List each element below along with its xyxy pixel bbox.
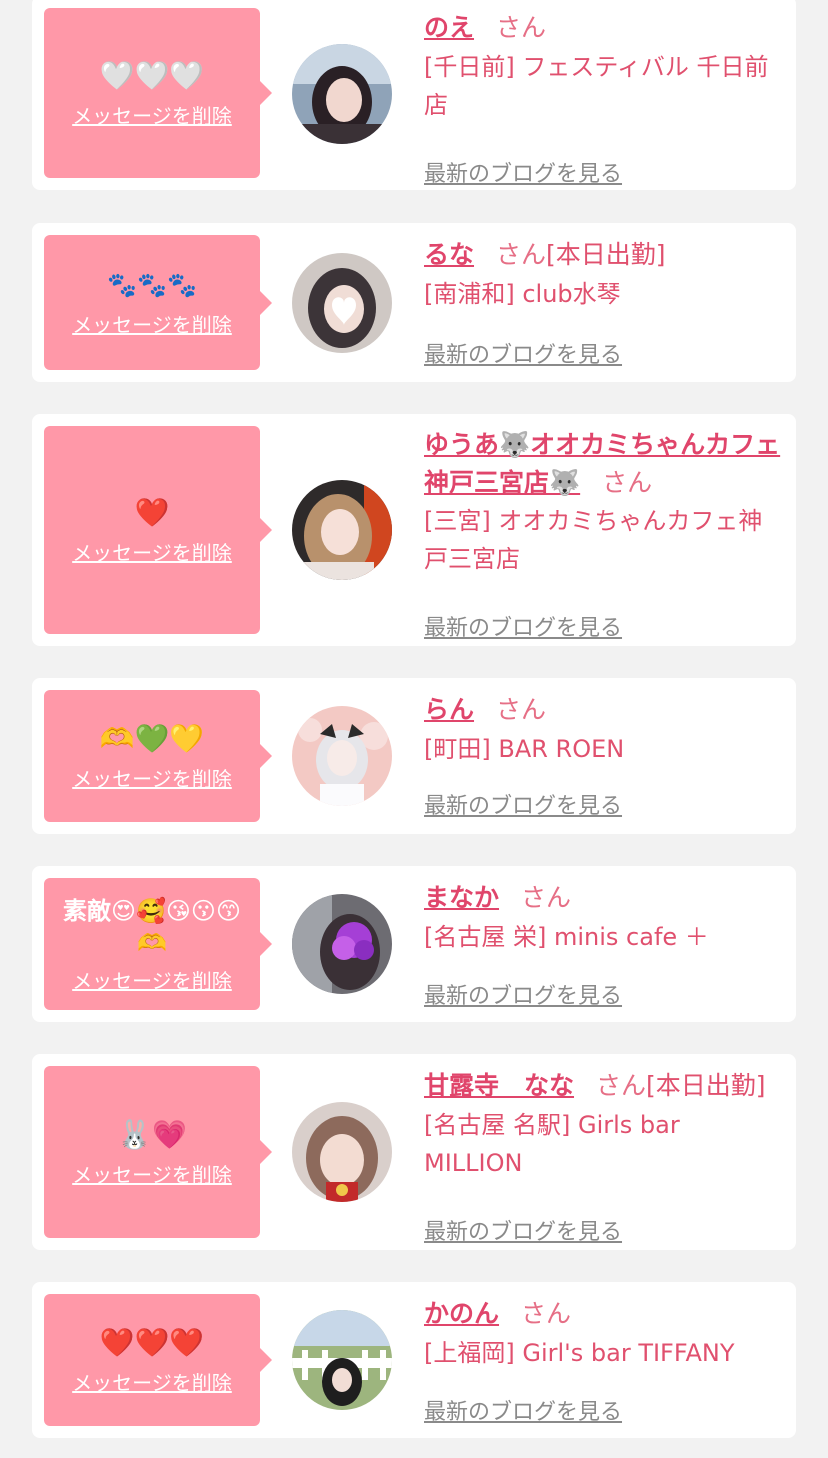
delete-message-link[interactable]: メッセージを削除 (72, 309, 232, 338)
message-text: 🤍🤍🤍 (99, 58, 205, 92)
girl-name-link[interactable]: らん (424, 695, 474, 724)
san-suffix: さん (596, 1071, 647, 1100)
san-suffix: さん (496, 695, 547, 724)
favorite-card: 🐾🐾🐾 メッセージを削除 るな さん[本日出勤] [南浦和] club水琴 最新の… (32, 223, 796, 382)
girl-photo-blurred-icon (292, 894, 392, 994)
message-bubble: ❤️ メッセージを削除 (44, 426, 272, 634)
girl-info: るな さん[本日出勤] [南浦和] club水琴 最新のブログを見る (424, 235, 784, 368)
message-bubble: 🐾🐾🐾 メッセージを削除 (44, 235, 272, 370)
san-suffix: さん (521, 883, 572, 912)
avatar[interactable] (292, 44, 392, 144)
shop-text: [南浦和] club水琴 (424, 280, 621, 308)
message-text: 🐰💗 (117, 1117, 187, 1151)
blog-link[interactable]: 最新のブログを見る (424, 1214, 622, 1246)
avatar[interactable] (292, 894, 392, 994)
status-badge: [本日出勤] (646, 1071, 766, 1100)
blog-link[interactable]: 最新のブログを見る (424, 788, 622, 820)
favorite-card: 🫶💚💛 メッセージを削除 らん さん [町田] BAR ROEN 最新のブログを見… (32, 678, 796, 834)
girl-photo-heart-mask-icon (292, 253, 392, 353)
shop-text: [町田] BAR ROEN (424, 735, 625, 763)
girl-photo-icon (292, 44, 392, 144)
girl-name-link[interactable]: かのん (424, 1299, 499, 1328)
san-suffix: さん (602, 468, 653, 497)
avatar[interactable] (292, 253, 392, 353)
message-text: ❤️ (134, 495, 170, 529)
avatar[interactable] (292, 480, 392, 580)
message-text: ❤️❤️❤️ (99, 1325, 205, 1359)
message-bubble: ❤️❤️❤️ メッセージを削除 (44, 1294, 272, 1426)
girl-photo-icon (292, 1102, 392, 1202)
message-bubble: 🐰💗 メッセージを削除 (44, 1066, 272, 1238)
blog-link[interactable]: 最新のブログを見る (424, 610, 622, 642)
girl-info: のえ さん [千日前] フェスティバル 千日前店 最新のブログを見る (424, 8, 784, 187)
delete-message-link[interactable]: メッセージを削除 (72, 763, 232, 792)
blog-link[interactable]: 最新のブログを見る (424, 337, 622, 369)
favorite-card: ❤️ メッセージを削除 ゆうあ🐺オオカミちゃんカフェ神戸三宮店🐺 さん [三宮] … (32, 414, 796, 646)
avatar[interactable] (292, 1310, 392, 1410)
san-suffix: さん (496, 13, 547, 42)
girl-info: 甘露寺 なな さん[本日出勤] [名古屋 名駅] Girls bar MILLIO… (424, 1066, 784, 1245)
girl-name-link[interactable]: まなか (424, 883, 499, 912)
message-text: 🐾🐾🐾 (107, 271, 197, 299)
favorite-card: ❤️❤️❤️ メッセージを削除 かのん さん [上福岡] Girl's bar T… (32, 1282, 796, 1438)
girl-info: らん さん [町田] BAR ROEN 最新のブログを見る (424, 690, 784, 819)
shop-text: [千日前] フェスティバル 千日前店 (424, 53, 769, 119)
status-badge: [本日出勤] (546, 240, 666, 269)
delete-message-link[interactable]: メッセージを削除 (72, 1159, 232, 1188)
avatar[interactable] (292, 706, 392, 806)
girl-photo-outdoor-icon (292, 1310, 392, 1410)
girl-photo-icon (292, 480, 392, 580)
blog-link[interactable]: 最新のブログを見る (424, 978, 622, 1010)
favorite-card: 素敵😍🥰😘😗😙🫶 メッセージを削除 まなか さん [名古屋 栄] minis ca… (32, 866, 796, 1022)
delete-message-link[interactable]: メッセージを削除 (72, 965, 232, 994)
favorite-card: 🤍🤍🤍 メッセージを削除 のえ さん [千日前] フェスティバル 千日前店 最新の… (32, 0, 796, 190)
girl-name-link[interactable]: のえ (424, 13, 474, 42)
blog-link[interactable]: 最新のブログを見る (424, 1394, 622, 1426)
delete-message-link[interactable]: メッセージを削除 (72, 537, 232, 566)
san-suffix: さん (496, 240, 547, 269)
shop-text: [名古屋 栄] minis cafe ＋ (424, 923, 709, 951)
girl-info: まなか さん [名古屋 栄] minis cafe ＋ 最新のブログを見る (424, 878, 784, 1009)
girl-name-link[interactable]: るな (424, 240, 474, 269)
avatar[interactable] (292, 1102, 392, 1202)
delete-message-link[interactable]: メッセージを削除 (72, 1367, 232, 1396)
blog-link[interactable]: 最新のブログを見る (424, 156, 622, 188)
san-suffix: さん (521, 1299, 572, 1328)
shop-text: [名古屋 名駅] Girls bar MILLION (424, 1111, 680, 1177)
favorite-card: 🐰💗 メッセージを削除 甘露寺 なな さん[本日出勤] [名古屋 名駅] Girl… (32, 1054, 796, 1250)
message-bubble: 素敵😍🥰😘😗😙🫶 メッセージを削除 (44, 878, 272, 1010)
message-text: 素敵😍🥰😘😗😙🫶 (63, 896, 241, 957)
girl-info: かのん さん [上福岡] Girl's bar TIFFANY 最新のブログを見る (424, 1294, 784, 1425)
message-bubble: 🫶💚💛 メッセージを削除 (44, 690, 272, 822)
delete-message-link[interactable]: メッセージを削除 (72, 100, 232, 129)
girl-info: ゆうあ🐺オオカミちゃんカフェ神戸三宮店🐺 さん [三宮] オオカミちゃんカフェ神戸… (424, 426, 784, 641)
shop-text: [上福岡] Girl's bar TIFFANY (424, 1339, 735, 1367)
shop-text: [三宮] オオカミちゃんカフェ神戸三宮店 (424, 507, 763, 573)
girl-photo-flowers-icon (292, 706, 392, 806)
message-text: 🫶💚💛 (99, 721, 205, 755)
girl-name-link[interactable]: 甘露寺 なな (424, 1071, 574, 1100)
message-bubble: 🤍🤍🤍 メッセージを削除 (44, 8, 272, 178)
